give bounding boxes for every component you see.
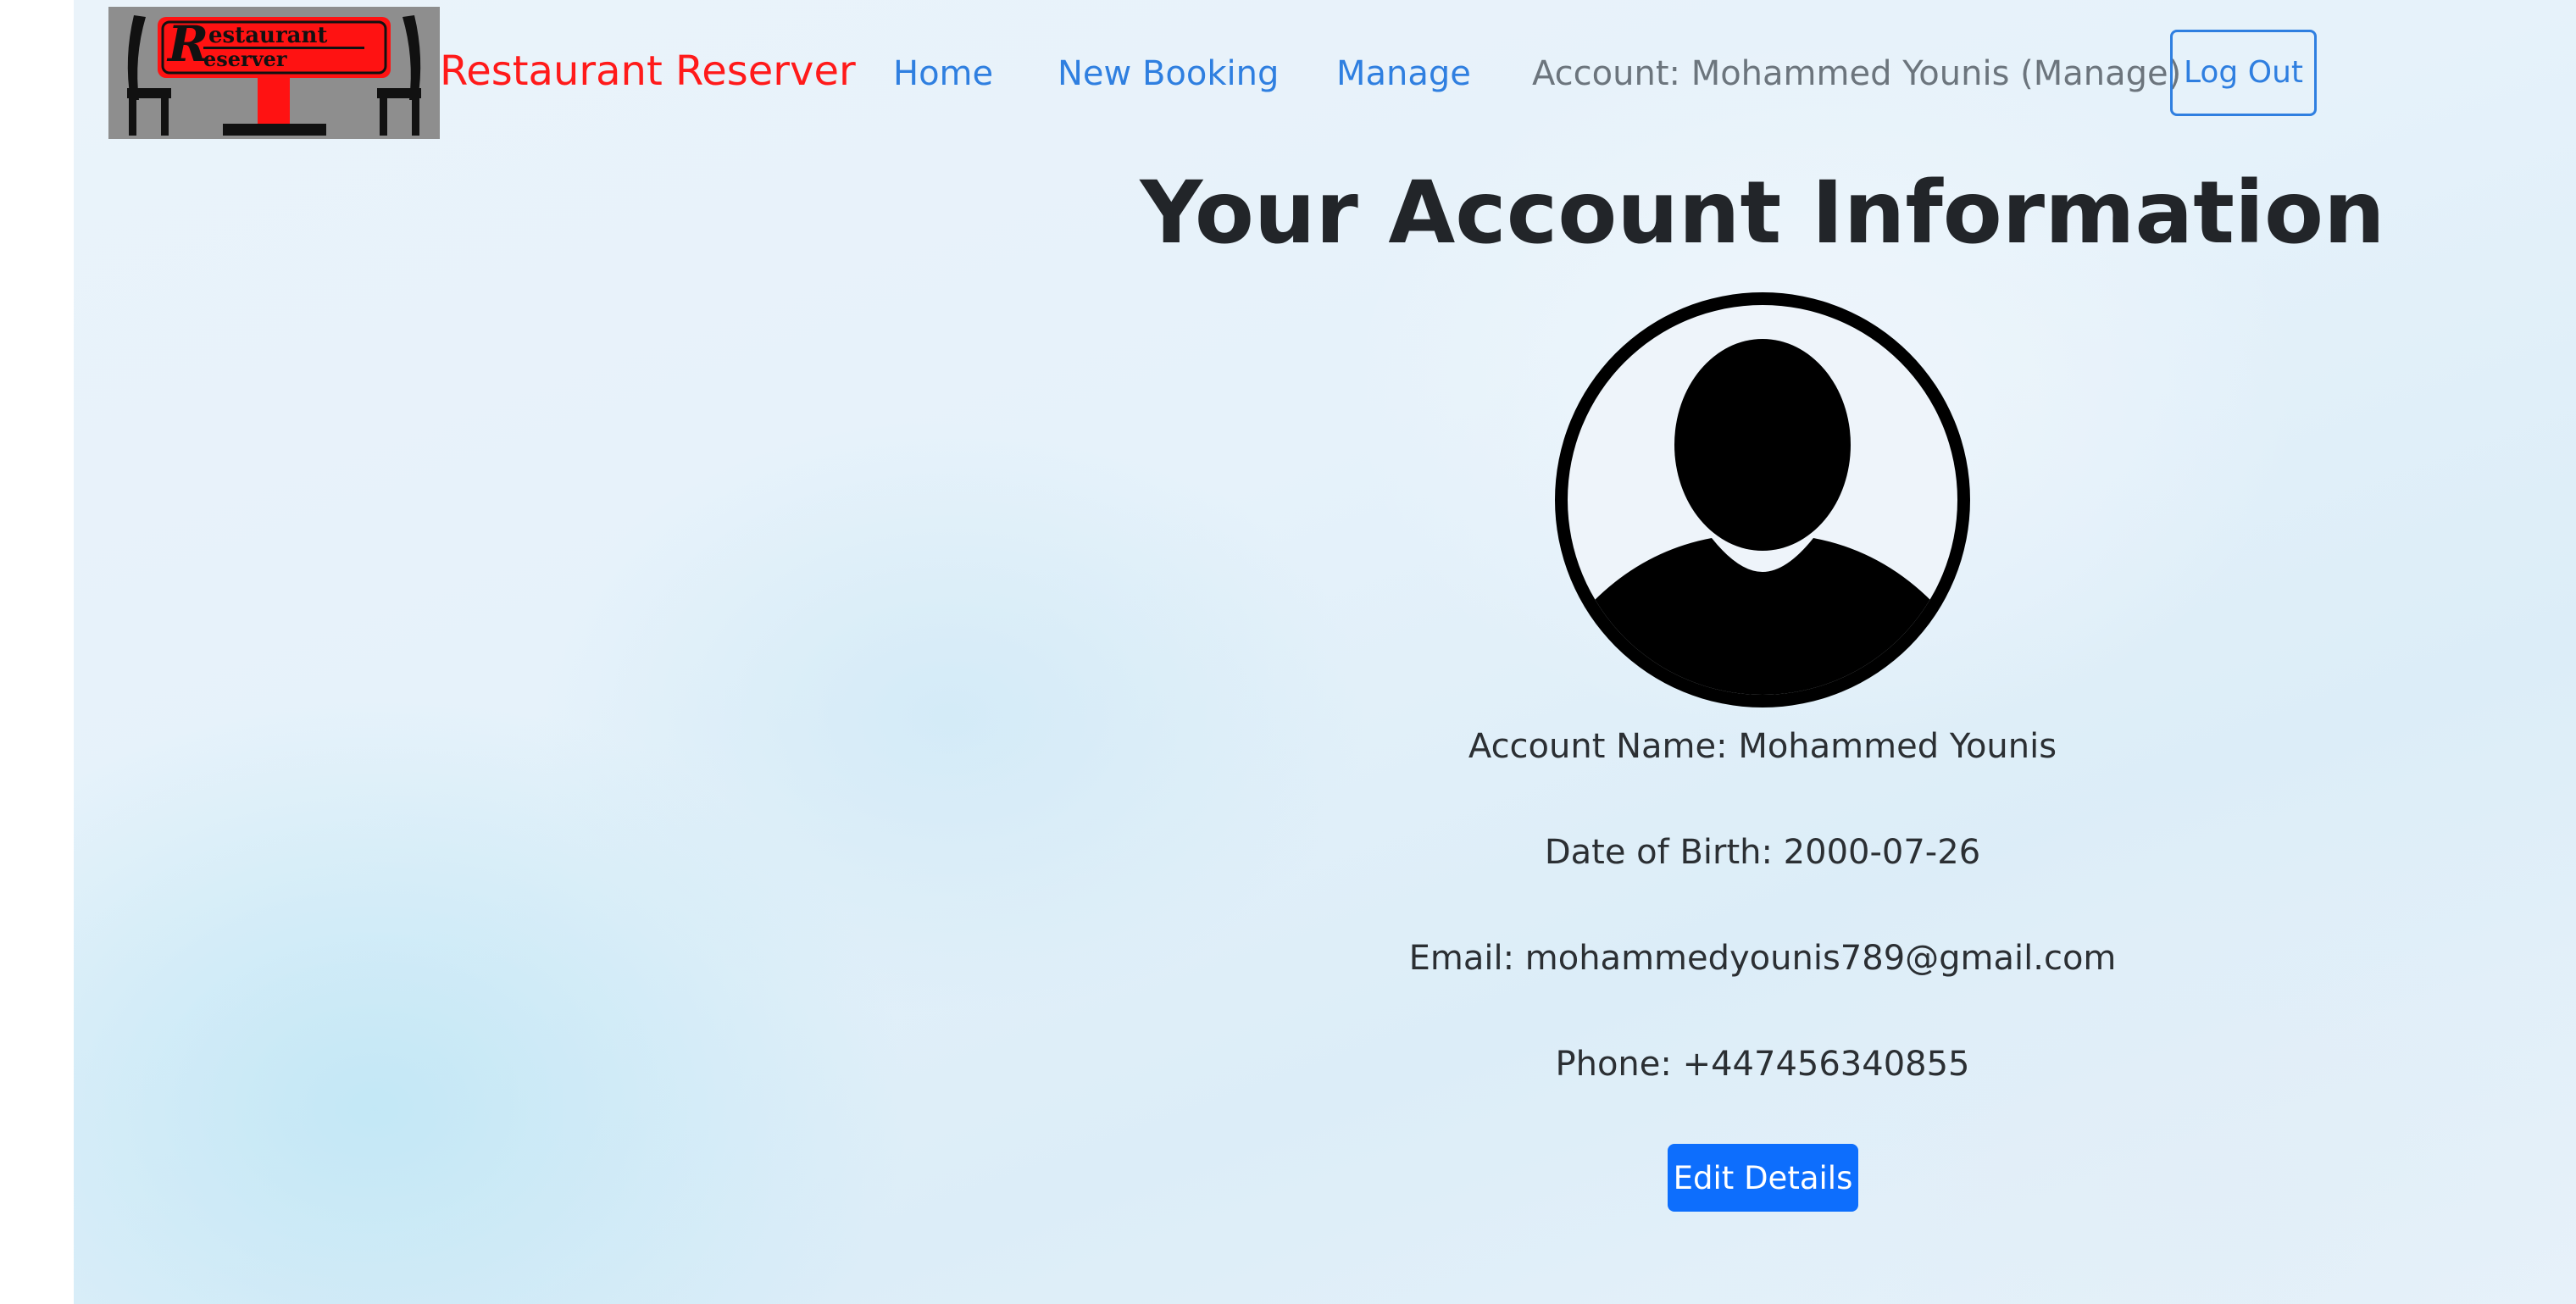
logo-letter-r: R [166, 15, 208, 73]
edit-details-button[interactable]: Edit Details [1668, 1144, 1858, 1212]
logo-graphic: R estaurant eserver [108, 7, 440, 139]
date-of-birth-text: Date of Birth: 2000-07-26 [1544, 833, 1981, 872]
page-title: Your Account Information [1140, 163, 2385, 264]
phone-text: Phone: +447456340855 [1555, 1045, 1970, 1084]
restaurant-logo[interactable]: R estaurant eserver [108, 7, 440, 139]
nav-new-booking-link[interactable]: New Booking [1058, 54, 1279, 93]
email-text: Email: mohammedyounis789@gmail.com [1408, 939, 2117, 978]
logout-button[interactable]: Log Out [2170, 30, 2317, 116]
account-name-text: Account Name: Mohammed Younis [1468, 727, 2057, 766]
logo-word-bottom: eserver [203, 47, 287, 71]
nav-manage-link[interactable]: Manage [1336, 54, 1471, 93]
brand-link[interactable]: Restaurant Reserver [440, 47, 856, 95]
user-avatar-icon [1542, 280, 1983, 720]
logo-word-top: estaurant [208, 23, 327, 48]
nav-home-link[interactable]: Home [893, 54, 993, 93]
account-status-text[interactable]: Account: Mohammed Younis (Manage) [1532, 54, 2181, 93]
